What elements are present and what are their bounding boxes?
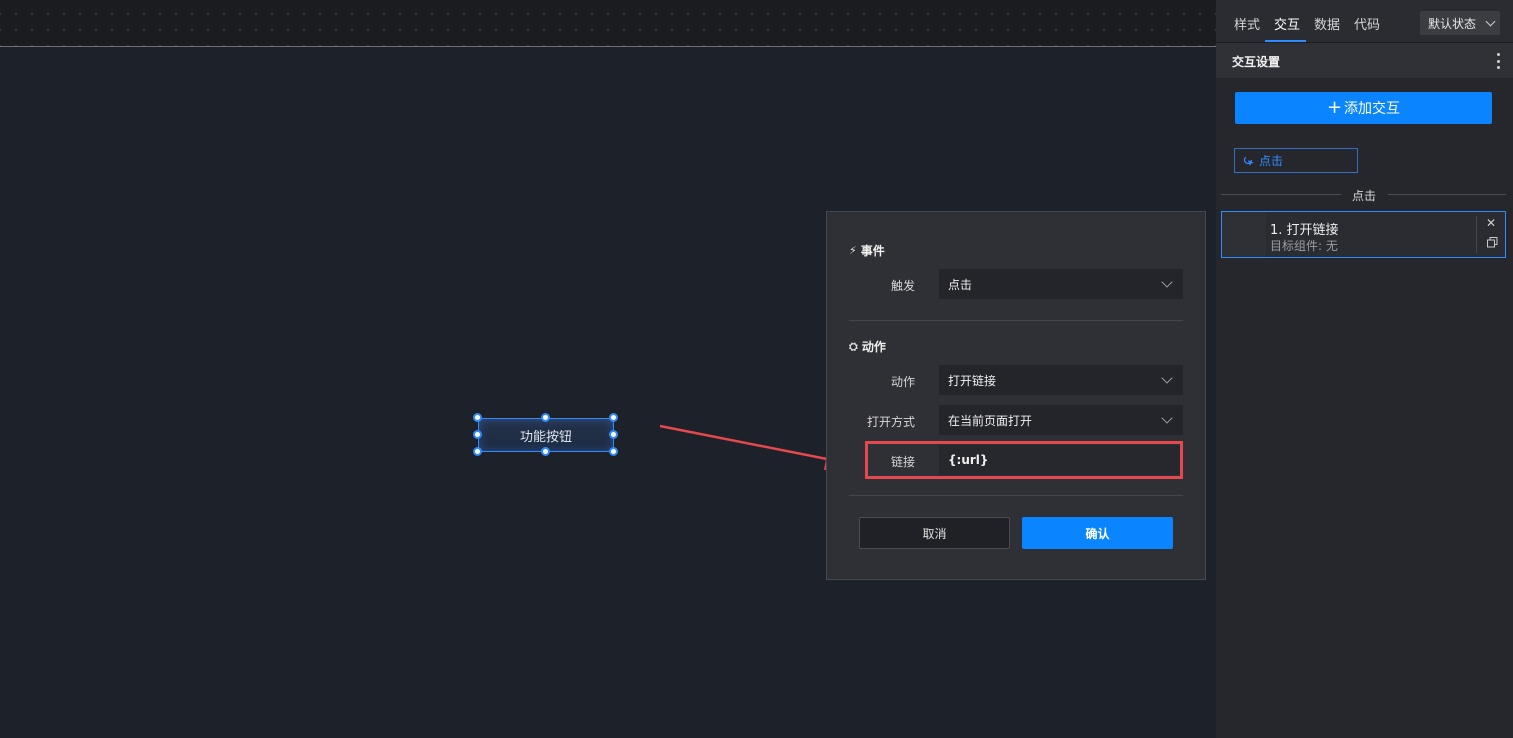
- action-label: 动作: [890, 375, 915, 389]
- add-interaction-button[interactable]: + 添加交互: [1235, 92, 1492, 124]
- interaction-settings-header: 交互设置: [1216, 43, 1513, 78]
- close-icon[interactable]: ✕: [1486, 216, 1496, 230]
- footer-divider: [849, 495, 1183, 496]
- tab-code[interactable]: 代码: [1354, 14, 1380, 33]
- card-separator: [1476, 216, 1477, 253]
- resize-handle-bottom-right[interactable]: [609, 447, 618, 456]
- state-select[interactable]: 默认状态: [1420, 11, 1500, 35]
- event-section-title: ⚡ 事件: [849, 244, 885, 258]
- drag-handle[interactable]: [1222, 212, 1266, 257]
- action-section-title: ⛭ 动作: [849, 339, 886, 355]
- open-mode-label: 打开方式: [866, 415, 915, 429]
- plus-icon: +: [1326, 97, 1343, 118]
- interaction-dialog: ⚡ 事件 触发 点击 ⛭ 动作 动作 打开链接 打开方式 在当前页面打开 链接 …: [826, 211, 1206, 580]
- action-card-subtitle: 目标组件: 无: [1270, 239, 1338, 253]
- chevron-down-icon: [1485, 16, 1496, 27]
- section-title: 交互设置: [1232, 55, 1281, 69]
- resize-handle-top-right[interactable]: [609, 413, 618, 422]
- resize-handle-top[interactable]: [541, 413, 550, 422]
- active-tab-indicator: [1265, 40, 1306, 42]
- canvas-ruler: [0, 0, 1216, 46]
- action-card-title: 1. 打开链接: [1270, 223, 1339, 238]
- group-divider-left: [1221, 194, 1341, 195]
- group-label: 点击: [1352, 189, 1377, 203]
- action-select[interactable]: 打开链接: [939, 365, 1183, 395]
- copy-icon[interactable]: [1487, 237, 1498, 248]
- resize-handle-bottom-left[interactable]: [473, 447, 482, 456]
- chevron-down-icon: [1161, 276, 1173, 288]
- pointer-click-icon: [1243, 155, 1254, 166]
- tab-data[interactable]: 数据: [1314, 14, 1340, 33]
- lightning-icon: ⚡: [849, 244, 857, 257]
- more-vertical-icon[interactable]: [1497, 53, 1501, 69]
- section-divider: [849, 320, 1183, 321]
- right-panel: 样式 交互 数据 代码 默认状态 交互设置 + 添加交互 点击 点击 1. 打开…: [1216, 0, 1513, 738]
- cancel-button[interactable]: 取消: [859, 517, 1010, 549]
- action-icon: ⛭: [849, 339, 858, 353]
- open-mode-select[interactable]: 在当前页面打开: [939, 405, 1183, 435]
- resize-handle-top-left[interactable]: [473, 413, 482, 422]
- event-chip-click[interactable]: 点击: [1234, 148, 1358, 173]
- chevron-down-icon: [1161, 412, 1173, 424]
- ruler-divider: [0, 46, 1216, 47]
- trigger-label: 触发: [890, 279, 915, 293]
- link-highlight-box: [865, 441, 1183, 479]
- trigger-select[interactable]: 点击: [939, 269, 1183, 299]
- panel-tabs: 样式 交互 数据 代码 默认状态: [1216, 0, 1513, 43]
- resize-handle-bottom[interactable]: [541, 447, 550, 456]
- resize-handle-right[interactable]: [609, 430, 618, 439]
- action-card[interactable]: 1. 打开链接 目标组件: 无 ✕: [1221, 211, 1506, 258]
- tab-style[interactable]: 样式: [1234, 14, 1260, 33]
- chevron-down-icon: [1161, 372, 1173, 384]
- confirm-button[interactable]: 确认: [1022, 517, 1173, 549]
- tab-interaction[interactable]: 交互: [1274, 14, 1300, 33]
- group-divider-right: [1388, 194, 1506, 195]
- resize-handle-left[interactable]: [473, 430, 482, 439]
